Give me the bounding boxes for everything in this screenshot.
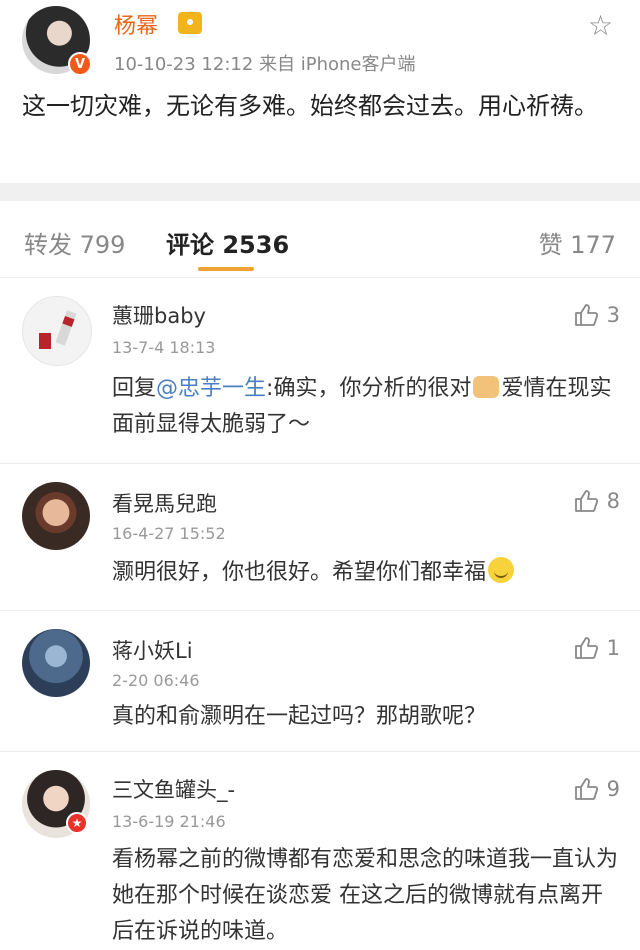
like-button[interactable]: 1 — [573, 635, 620, 661]
avatar[interactable] — [22, 296, 92, 366]
comment-time: 13-7-4 18:13 — [112, 338, 216, 357]
weibo-post: V 杨幂 10-10-23 12:12 来自 iPhone客户端 ☆ 这一切灾难… — [0, 0, 640, 183]
avatar[interactable] — [22, 482, 90, 550]
tab-repost[interactable]: 转发 799 — [24, 225, 125, 260]
comment-text: 回复@忠芋一生:确实，你分析的很对 爱情在现实面前显得太脆弱了～ — [112, 371, 622, 443]
comment-item: 看晃馬兒跑 16-4-27 15:52 8 灏明很好，你也很好。希望你们都幸福 — [0, 464, 640, 611]
comment-time: 2-20 06:46 — [112, 671, 200, 690]
comment-author[interactable]: 看晃馬兒跑 — [112, 488, 217, 518]
comment-item: 蕙珊baby 13-7-4 18:13 3 回复@忠芋一生:确实，你分析的很对爱… — [0, 278, 640, 464]
section-divider — [0, 183, 640, 201]
comment-time: 16-4-27 15:52 — [112, 524, 226, 543]
comment-author[interactable]: 三文鱼罐头_- — [112, 774, 235, 804]
star-icon[interactable]: ☆ — [588, 12, 613, 40]
tab-comments[interactable]: 评论 2536 — [166, 225, 289, 260]
avatar[interactable] — [22, 629, 90, 697]
like-count: 1 — [606, 636, 620, 660]
tab-likes[interactable]: 赞 177 — [539, 225, 616, 260]
comment-text: 看杨幂之前的微博都有恋爱和思念的味道我一直认为她在那个时候在谈恋爱 在这之后的微… — [112, 847, 619, 944]
interaction-tabs: 转发 799 评论 2536 赞 177 — [0, 201, 640, 278]
like-count: 8 — [606, 489, 620, 513]
post-meta: 10-10-23 12:12 来自 iPhone客户端 — [114, 54, 416, 75]
comment-item: 蒋小妖Li 2-20 06:46 1 真的和俞灏明在一起过吗？那胡歌呢？ — [0, 611, 640, 752]
like-button[interactable]: 8 — [573, 488, 620, 514]
comment-author[interactable]: 蕙珊baby — [112, 300, 206, 330]
like-button[interactable]: 3 — [573, 302, 620, 328]
active-tab-indicator — [198, 267, 254, 271]
crown-icon — [178, 12, 202, 34]
thumb-up-icon — [573, 776, 599, 802]
reply-prefix: 回复 — [112, 376, 157, 401]
comment-author[interactable]: 蒋小妖Li — [112, 635, 193, 665]
like-count: 9 — [606, 777, 620, 801]
comment-text-part: 灏明很好，你也很好。希望你们都幸福 — [112, 560, 487, 585]
verified-icon: ★ — [66, 812, 88, 834]
thumb-up-icon — [573, 635, 599, 661]
comment-text: 真的和俞灏明在一起过吗？那胡歌呢？ — [112, 704, 487, 729]
mention-link[interactable]: @忠芋一生 — [156, 376, 266, 401]
comment-text-part: :确实，你分析的很对 — [266, 376, 472, 401]
verified-icon: V — [68, 52, 92, 76]
like-count: 3 — [606, 303, 620, 327]
author-name[interactable]: 杨幂 — [114, 8, 158, 40]
comment-text: 灏明很好，你也很好。希望你们都幸福 — [112, 555, 622, 591]
like-button[interactable]: 9 — [573, 776, 620, 802]
thumb-up-icon — [573, 488, 599, 514]
comment-time: 13-6-19 21:46 — [112, 812, 226, 831]
comment-item: ★ 三文鱼罐头_- 13-6-19 21:46 9 看杨幂之前的微博都有恋爱和思… — [0, 752, 640, 944]
thumb-up-icon — [573, 302, 599, 328]
post-body: 这一切灾难，无论有多难。始终都会过去。用心祈祷。 — [22, 92, 598, 120]
smile-emoji-icon — [488, 557, 515, 583]
thumbs-up-emoji-icon — [473, 376, 500, 398]
